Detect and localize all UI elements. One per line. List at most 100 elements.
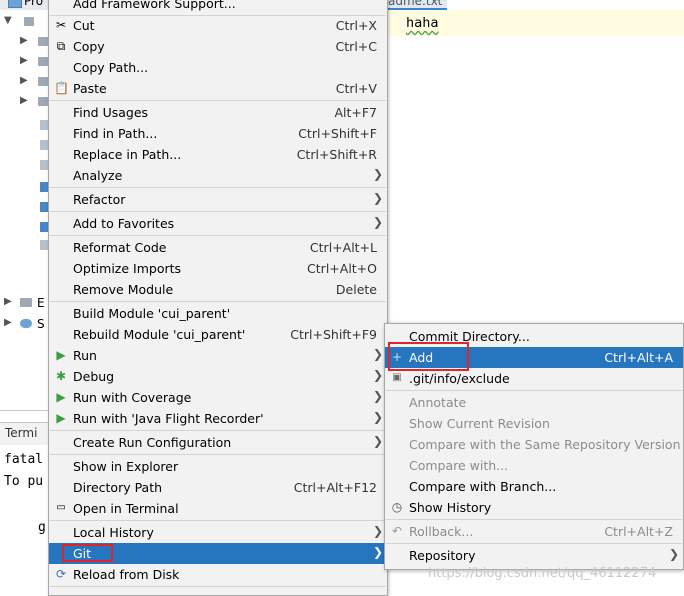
folder-icon (24, 17, 34, 26)
file-icon[interactable] (40, 140, 48, 150)
menu-item-label: Show in Explorer (73, 459, 179, 474)
chevron-right-icon[interactable]: ▶ (20, 55, 28, 66)
menu-item-optimize-imports[interactable]: Optimize Imports Ctrl+Alt+O (49, 258, 387, 279)
menu-item-label: Copy Path... (73, 60, 149, 75)
close-icon[interactable]: ✕ (433, 0, 441, 6)
menu-item-label: Repository (409, 548, 476, 563)
git-file-icon: ▣ (392, 372, 402, 383)
maven-file-icon[interactable] (40, 182, 48, 192)
submenu-item-show-history[interactable]: ◷ Show History (385, 497, 683, 518)
menu-item-show-in-explorer[interactable]: Show in Explorer (49, 456, 387, 477)
file-icon[interactable] (40, 120, 48, 130)
paste-icon: 📋 (54, 81, 69, 95)
maven-file-icon[interactable] (40, 222, 48, 232)
menu-item-rebuild-module[interactable]: Rebuild Module 'cui_parent' Ctrl+Shift+F9 (49, 324, 387, 345)
menu-item-refactor[interactable]: Refactor ❯ (49, 189, 387, 210)
git-submenu: Commit Directory... + Add Ctrl+Alt+A ▣ .git… (384, 323, 684, 570)
menu-item-label: Reload from Disk (73, 567, 180, 582)
flight-recorder-icon: ▶ (56, 411, 66, 425)
submenu-item-repository[interactable]: Repository ❯ (385, 545, 683, 566)
reload-icon: ⟳ (55, 567, 67, 581)
menu-item-label: Reformat Code (73, 240, 167, 255)
menu-item-run-with-jfr[interactable]: ▶ Run with 'Java Flight Recorder' ❯ (49, 408, 387, 429)
menu-item-label: Directory Path (73, 480, 163, 495)
menu-item-copy[interactable]: ⧉ Copy Ctrl+C (49, 36, 387, 57)
menu-separator (50, 211, 386, 212)
menu-item-label: Copy (73, 39, 105, 54)
menu-item-shortcut: Delete (335, 282, 377, 297)
chevron-right-icon[interactable]: ▶ (20, 95, 28, 106)
submenu-item-compare-same-version[interactable]: Compare with the Same Repository Version (385, 434, 683, 455)
terminal-line: fatal (4, 452, 44, 467)
menu-item-label: Optimize Imports (73, 261, 182, 276)
menu-item-add-framework-support[interactable]: Add Framework Support... (49, 0, 387, 14)
menu-item-directory-path[interactable]: Directory Path Ctrl+Alt+F12 (49, 477, 387, 498)
chevron-right-icon: ❯ (668, 547, 679, 561)
chevron-right-icon: ❯ (372, 524, 383, 538)
chevron-right-icon: ❯ (372, 545, 383, 559)
menu-item-replace-in-path[interactable]: Replace in Path... Ctrl+Shift+R (49, 144, 387, 165)
menu-item-label: Run with 'Java Flight Recorder' (73, 411, 264, 426)
menu-item-debug[interactable]: ✱ Debug ❯ (49, 366, 387, 387)
menu-item-shortcut: Ctrl+C (335, 39, 377, 54)
menu-item-label: Local History (73, 525, 154, 540)
tree-row[interactable]: ▶ (0, 32, 48, 52)
terminal-tab[interactable]: Termi (5, 426, 37, 440)
menu-item-build-module[interactable]: Build Module 'cui_parent' (49, 303, 387, 324)
menu-item-reformat-code[interactable]: Reformat Code Ctrl+Alt+L (49, 237, 387, 258)
menu-separator (50, 454, 386, 455)
folder-icon (38, 37, 48, 46)
menu-item-label: Find Usages (73, 105, 149, 120)
tree-row[interactable]: ▶ (0, 92, 48, 112)
menu-item-run-with-coverage[interactable]: ▶ Run with Coverage ❯ (49, 387, 387, 408)
menu-item-local-history[interactable]: Local History ❯ (49, 522, 387, 543)
menu-item-cut[interactable]: ✂ Cut Ctrl+X (49, 15, 387, 36)
menu-item-label: Show Current Revision (409, 416, 550, 431)
menu-item-copy-path[interactable]: Copy Path... (49, 57, 387, 78)
chevron-right-icon[interactable]: ▶ (20, 35, 28, 46)
maven-file-icon[interactable] (40, 202, 48, 212)
folder-icon (38, 97, 48, 106)
submenu-item-show-current-revision[interactable]: Show Current Revision (385, 413, 683, 434)
menu-item-label: Build Module 'cui_parent' (73, 306, 231, 321)
menu-item-remove-module[interactable]: Remove Module Delete (49, 279, 387, 300)
submenu-item-compare-with[interactable]: Compare with... (385, 455, 683, 476)
watermark-text: https://blog.csdn.net/qq_46112274 (428, 566, 657, 581)
tree-row[interactable]: ▶ (0, 52, 48, 72)
project-icon (8, 0, 22, 8)
tree-row[interactable]: ▶ (0, 72, 48, 92)
tree-row-external-libraries[interactable]: ▶ E (0, 293, 48, 313)
menu-item-reload-from-disk[interactable]: ⟳ Reload from Disk (49, 564, 387, 585)
chevron-right-icon[interactable]: ▶ (20, 75, 28, 86)
menu-item-label: Compare with... (409, 458, 509, 473)
menu-item-label: Remove Module (73, 282, 174, 297)
file-icon[interactable] (40, 240, 48, 250)
menu-item-shortcut: Ctrl+V (335, 81, 377, 96)
menu-item-analyze[interactable]: Analyze ❯ (49, 165, 387, 186)
menu-item-create-run-configuration[interactable]: Create Run Configuration ❯ (49, 432, 387, 453)
menu-item-label: Cut (73, 18, 95, 33)
menu-item-run[interactable]: ▶ Run ❯ (49, 345, 387, 366)
project-panel-title[interactable]: Pro (24, 0, 43, 8)
menu-item-paste[interactable]: 📋 Paste Ctrl+V (49, 78, 387, 99)
menu-item-find-in-path[interactable]: Find in Path... Ctrl+Shift+F (49, 123, 387, 144)
submenu-item-rollback[interactable]: ↶ Rollback... Ctrl+Alt+Z (385, 521, 683, 542)
editor-text[interactable]: haha (406, 15, 439, 31)
tree-row-root[interactable]: ▼ (0, 12, 48, 32)
chevron-right-icon[interactable]: ▶ (4, 317, 12, 328)
submenu-item-git-info-exclude[interactable]: ▣ .git/info/exclude (385, 368, 683, 389)
menu-item-label: Open in Terminal (73, 501, 179, 516)
menu-separator (386, 543, 682, 544)
chevron-right-icon[interactable]: ▶ (4, 296, 12, 307)
menu-item-label: Compare with Branch... (409, 479, 557, 494)
menu-item-open-in-terminal[interactable]: ▭ Open in Terminal (49, 498, 387, 519)
menu-item-label: Run with Coverage (73, 390, 192, 405)
tree-row-scratches[interactable]: ▶ S (0, 314, 48, 334)
submenu-item-compare-with-branch[interactable]: Compare with Branch... (385, 476, 683, 497)
menu-item-find-usages[interactable]: Find Usages Alt+F7 (49, 102, 387, 123)
menu-item-label: Run (73, 348, 97, 363)
chevron-down-icon[interactable]: ▼ (4, 15, 12, 26)
file-icon[interactable] (40, 160, 48, 170)
menu-item-add-to-favorites[interactable]: Add to Favorites ❯ (49, 213, 387, 234)
submenu-item-annotate[interactable]: Annotate (385, 392, 683, 413)
